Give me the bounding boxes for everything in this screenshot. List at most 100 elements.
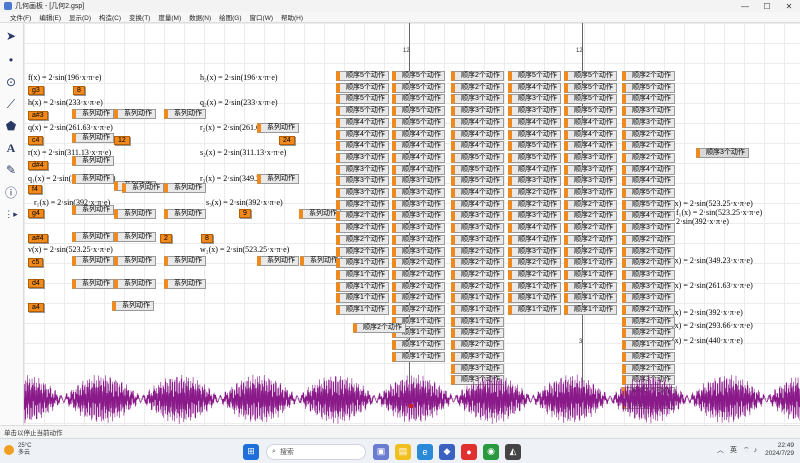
action-button[interactable]: 顺序3个动作 xyxy=(564,152,617,163)
action-button[interactable]: 顺序4个动作 xyxy=(451,188,504,198)
action-button[interactable]: 顺序3个动作 xyxy=(336,176,389,187)
action-button[interactable]: 顺序2个动作 xyxy=(564,246,617,257)
action-button[interactable]: 系列动作 xyxy=(114,232,156,242)
action-button[interactable]: 顺序2个动作 xyxy=(508,269,561,280)
menu-transform[interactable]: 变换(T) xyxy=(129,12,150,22)
close-button[interactable]: ✕ xyxy=(778,0,800,12)
menu-measure[interactable]: 度量(M) xyxy=(158,12,181,22)
action-button[interactable]: 顺序2个动作 xyxy=(451,281,504,292)
action-button[interactable]: 顺序1个动作 xyxy=(392,351,445,362)
action-button[interactable]: 顺序2个动作 xyxy=(508,188,561,198)
action-button[interactable]: 顺序5个动作 xyxy=(451,176,504,187)
action-button[interactable]: 系列动作 xyxy=(72,133,114,143)
function-label[interactable]: s₂(x) = 2·sin(311.13·x·π·e) xyxy=(200,148,286,157)
action-button[interactable]: 系列动作 xyxy=(72,156,114,166)
action-button[interactable]: 顺序5个动作 xyxy=(508,152,561,163)
action-button[interactable]: 顺序3个动作 xyxy=(508,246,561,257)
function-label[interactable]: (x) = 2·sin(523.25·x·π·e) xyxy=(672,199,753,208)
action-button[interactable]: 顺序2个动作 xyxy=(622,71,675,81)
action-button[interactable]: 顺序3个动作 xyxy=(392,223,445,234)
action-button[interactable]: 系列动作 xyxy=(114,109,156,119)
action-button[interactable]: 顺序3个动作 xyxy=(451,351,504,362)
action-button[interactable]: 系列动作 xyxy=(122,183,164,193)
action-button[interactable]: 顺序1个动作 xyxy=(336,258,389,269)
sketchpad-taskbar-icon[interactable]: ◭ xyxy=(505,443,521,460)
action-button[interactable]: 顺序2个动作 xyxy=(622,363,675,374)
action-button[interactable]: 系列动作 xyxy=(164,209,206,219)
action-button[interactable]: 顺序5个动作 xyxy=(451,164,504,175)
action-button[interactable]: 顺序2个动作 xyxy=(508,258,561,269)
action-button[interactable]: 顺序4个动作 xyxy=(451,199,504,210)
file-explorer-icon[interactable]: ▤ xyxy=(395,443,411,460)
minimize-button[interactable]: — xyxy=(734,0,756,12)
action-button[interactable]: 顺序5个动作 xyxy=(392,117,445,128)
action-button[interactable]: 顺序2个动作 xyxy=(622,351,675,362)
action-button[interactable]: 顺序2个动作 xyxy=(336,223,389,234)
action-button[interactable]: 顺序4个动作 xyxy=(622,164,675,175)
action-button[interactable]: 顺序3个动作 xyxy=(336,188,389,198)
action-button[interactable]: 顺序2个动作 xyxy=(392,269,445,280)
action-button[interactable]: 顺序5个动作 xyxy=(336,106,389,117)
action-button[interactable]: 顺序3个动作 xyxy=(451,106,504,117)
action-button[interactable]: 顺序5个动作 xyxy=(564,71,617,81)
action-button[interactable]: 顺序3个动作 xyxy=(508,211,561,222)
function-label[interactable]: (x) = 2·sin(293.66·x·π·e) xyxy=(672,321,753,330)
action-button[interactable]: 顺序4个动作 xyxy=(451,117,504,128)
action-button[interactable]: 顺序2个动作 xyxy=(451,269,504,280)
menu-construct[interactable]: 构造(C) xyxy=(99,12,121,22)
menu-help[interactable]: 帮助(H) xyxy=(281,12,303,22)
action-button[interactable]: 顺序2个动作 xyxy=(622,234,675,245)
parameter-label[interactable]: c4 xyxy=(28,136,44,145)
action-button[interactable]: 顺序3个动作 xyxy=(622,281,675,292)
action-button[interactable]: 顺序4个动作 xyxy=(392,152,445,163)
action-button[interactable]: 顺序5个动作 xyxy=(622,199,675,210)
action-button[interactable]: 顺序3个动作 xyxy=(622,106,675,117)
action-button[interactable]: 顺序3个动作 xyxy=(392,176,445,187)
action-button[interactable]: 顺序4个动作 xyxy=(336,129,389,140)
action-button[interactable]: 顺序3个动作 xyxy=(622,269,675,280)
menu-window[interactable]: 窗口(W) xyxy=(250,12,273,22)
action-button[interactable]: 顺序1个动作 xyxy=(336,269,389,280)
task-view-icon[interactable]: ▣ xyxy=(373,443,389,460)
action-button[interactable]: 顺序3个动作 xyxy=(622,293,675,304)
action-button[interactable]: 顺序5个动作 xyxy=(622,188,675,198)
action-button[interactable]: 系列动作 xyxy=(72,174,114,184)
function-label[interactable]: f(x) = 2·sin(196·x·π·e) xyxy=(28,73,101,82)
action-button[interactable]: 顺序3个动作 xyxy=(508,106,561,117)
action-button[interactable]: 顺序3个动作 xyxy=(622,117,675,128)
menu-graph[interactable]: 绘图(G) xyxy=(219,12,241,22)
action-button[interactable]: 顺序3个动作 xyxy=(564,164,617,175)
action-button[interactable]: 顺序5个动作 xyxy=(392,82,445,93)
language-indicator[interactable]: 英 xyxy=(730,445,737,455)
action-button[interactable]: 顺序3个动作 xyxy=(392,234,445,245)
action-button[interactable]: 顺序3个动作 xyxy=(696,148,749,158)
app-icon-green[interactable]: ◉ xyxy=(483,443,499,460)
function-label[interactable]: (x) = 2·sin(349.23·x·π·e) xyxy=(672,256,753,265)
function-label[interactable]: s₃(x) = 2·sin(392·x·π·e) xyxy=(206,198,283,207)
function-label[interactable]: w₂(x) = 2·sin(523.25·x·π·e) xyxy=(200,245,289,254)
action-button[interactable]: 顺序2个动作 xyxy=(622,246,675,257)
action-button[interactable]: 顺序4个动作 xyxy=(508,117,561,128)
parameter-label[interactable]: g4 xyxy=(28,209,44,218)
action-button[interactable]: 顺序2个动作 xyxy=(564,223,617,234)
network-icon[interactable]: ⌔ xyxy=(743,446,750,455)
function-label[interactable]: (x) = 2·sin(440·x·π·e) xyxy=(672,336,743,345)
action-button[interactable]: 顺序4个动作 xyxy=(392,164,445,175)
parameter-label[interactable]: g3 xyxy=(28,86,44,95)
action-button[interactable]: 顺序3个动作 xyxy=(564,188,617,198)
action-button[interactable]: 系列动作 xyxy=(257,174,299,184)
action-button[interactable]: 顺序5个动作 xyxy=(336,94,389,105)
action-button[interactable]: 顺序2个动作 xyxy=(392,281,445,292)
action-button[interactable]: 顺序4个动作 xyxy=(336,141,389,152)
action-button[interactable]: 顺序1个动作 xyxy=(336,293,389,304)
compass-circle-icon[interactable]: ⊙ xyxy=(2,73,20,91)
action-button[interactable]: 顺序5个动作 xyxy=(392,94,445,105)
custom-tool-icon[interactable]: ⋮▸ xyxy=(2,205,20,223)
action-button[interactable]: 顺序2个动作 xyxy=(353,323,406,333)
action-button[interactable]: 系列动作 xyxy=(164,183,206,193)
parameter-label[interactable]: a#3 xyxy=(28,111,48,120)
parameter-label[interactable]: a4 xyxy=(28,303,44,312)
parameter-label[interactable]: 8 xyxy=(73,86,85,95)
edge-browser-icon[interactable]: e xyxy=(417,443,433,460)
action-button[interactable]: 顺序2个动作 xyxy=(451,246,504,257)
